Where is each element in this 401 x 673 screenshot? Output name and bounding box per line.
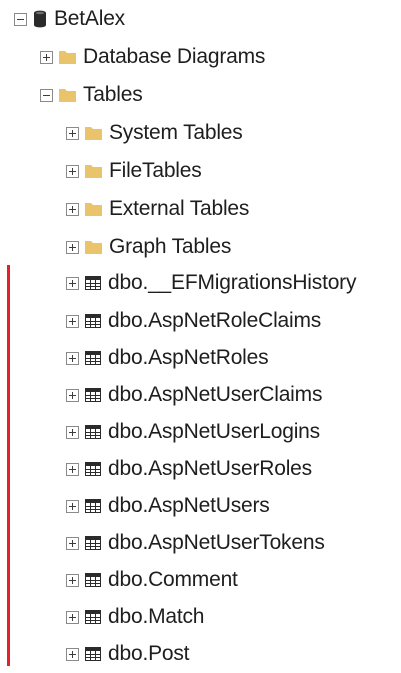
tree-node-table[interactable]: dbo.AspNetUserLogins <box>66 413 320 451</box>
collapse-minus-icon[interactable] <box>40 88 53 102</box>
expand-plus-icon[interactable] <box>66 610 79 624</box>
folder-icon <box>85 164 102 178</box>
table-icon <box>85 425 101 439</box>
tree-node-table[interactable]: dbo.Comment <box>66 561 238 599</box>
expand-plus-icon[interactable] <box>66 164 79 178</box>
expand-plus-icon[interactable] <box>40 50 53 64</box>
table-label: dbo.AspNetUserTokens <box>108 531 325 554</box>
table-label: dbo.AspNetRoleClaims <box>108 309 322 332</box>
folder-label: Graph Tables <box>109 235 232 258</box>
object-explorer-tree: BetAlex Database Diagrams Tables System … <box>0 0 401 666</box>
folder-label: Tables <box>83 83 143 106</box>
folder-icon <box>85 126 102 140</box>
folder-label: External Tables <box>109 197 250 220</box>
folder-label: System Tables <box>109 121 243 144</box>
tree-node-table[interactable]: dbo.AspNetRoles <box>66 339 269 377</box>
table-label: dbo.Post <box>108 642 190 665</box>
folder-icon <box>85 240 102 254</box>
tree-node-database[interactable]: BetAlex <box>14 0 125 38</box>
expand-plus-icon[interactable] <box>66 276 79 290</box>
tree-node-table[interactable]: dbo.AspNetUserTokens <box>66 524 325 562</box>
folder-icon <box>59 88 76 102</box>
table-icon <box>85 647 101 661</box>
table-label: dbo.Match <box>108 605 205 628</box>
expand-plus-icon[interactable] <box>66 314 79 328</box>
expand-plus-icon[interactable] <box>66 536 79 550</box>
tree-node-filetables[interactable]: FileTables <box>66 152 202 190</box>
table-icon <box>85 610 101 624</box>
table-label: dbo.AspNetUserClaims <box>108 383 323 406</box>
table-icon <box>85 499 101 513</box>
expand-plus-icon[interactable] <box>66 202 79 216</box>
table-label: dbo.Comment <box>108 568 238 591</box>
tree-node-table[interactable]: dbo.Post <box>66 635 189 673</box>
collapse-minus-icon[interactable] <box>14 12 27 26</box>
table-icon <box>85 573 101 587</box>
table-label: dbo.AspNetUserLogins <box>108 420 320 443</box>
table-label: dbo.AspNetRoles <box>108 346 269 369</box>
highlight-bar <box>7 265 10 666</box>
tree-node-table[interactable]: dbo.AspNetUserRoles <box>66 450 312 488</box>
expand-plus-icon[interactable] <box>66 240 79 254</box>
tree-node-database-diagrams[interactable]: Database Diagrams <box>40 38 265 76</box>
database-icon <box>33 10 47 28</box>
table-icon <box>85 351 101 365</box>
tree-node-external-tables[interactable]: External Tables <box>66 190 249 228</box>
tree-node-table[interactable]: dbo.__EFMigrationsHistory <box>66 264 356 302</box>
table-icon <box>85 276 101 290</box>
expand-plus-icon[interactable] <box>66 462 79 476</box>
expand-plus-icon[interactable] <box>66 425 79 439</box>
expand-plus-icon[interactable] <box>66 647 79 661</box>
table-icon <box>85 388 101 402</box>
folder-label: Database Diagrams <box>83 45 266 68</box>
table-label: dbo.AspNetUsers <box>108 494 270 517</box>
tree-node-table[interactable]: dbo.AspNetUsers <box>66 487 270 525</box>
expand-plus-icon[interactable] <box>66 388 79 402</box>
table-label: dbo.__EFMigrationsHistory <box>108 271 357 294</box>
tree-node-tables[interactable]: Tables <box>40 76 143 114</box>
tree-node-graph-tables[interactable]: Graph Tables <box>66 228 231 266</box>
tree-node-table[interactable]: dbo.AspNetRoleClaims <box>66 302 321 340</box>
tree-node-system-tables[interactable]: System Tables <box>66 114 243 152</box>
table-icon <box>85 462 101 476</box>
table-label: dbo.AspNetUserRoles <box>108 457 312 480</box>
expand-plus-icon[interactable] <box>66 573 79 587</box>
tree-node-table[interactable]: dbo.AspNetUserClaims <box>66 376 322 414</box>
table-icon <box>85 536 101 550</box>
expand-plus-icon[interactable] <box>66 126 79 140</box>
folder-icon <box>59 50 76 64</box>
folder-icon <box>85 202 102 216</box>
table-icon <box>85 314 101 328</box>
tree-node-table[interactable]: dbo.Match <box>66 598 204 636</box>
database-label: BetAlex <box>54 7 125 30</box>
expand-plus-icon[interactable] <box>66 351 79 365</box>
folder-label: FileTables <box>109 159 202 182</box>
expand-plus-icon[interactable] <box>66 499 79 513</box>
